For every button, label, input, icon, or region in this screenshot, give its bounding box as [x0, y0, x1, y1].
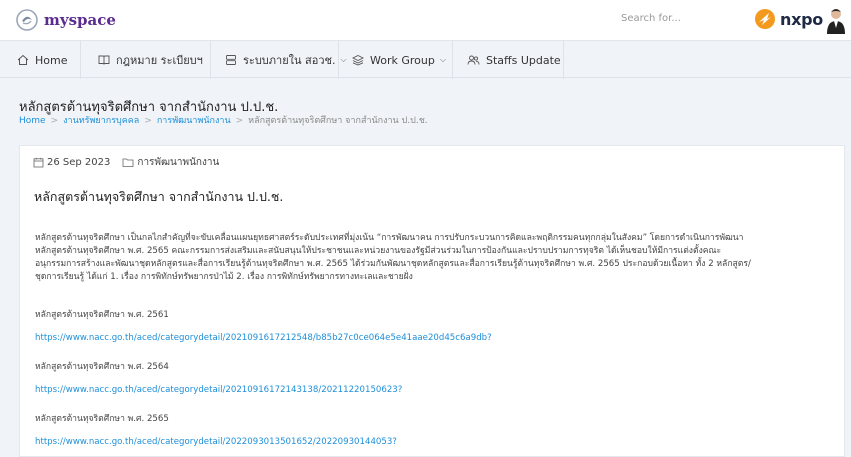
breadcrumb-hr[interactable]: งานทรัพยากรบุคคล	[63, 116, 139, 126]
article-title: หลักสูตรต้านทุจริตศึกษา จากสำนักงาน ป.ป.…	[34, 189, 284, 204]
nxpo-logo-icon	[755, 9, 775, 29]
course-2565-label: หลักสูตรต้านทุจริตศึกษา พ.ศ. 2565	[35, 414, 169, 424]
nav-home[interactable]: Home	[17, 41, 67, 79]
chevron-down-icon: ⌵	[340, 55, 347, 64]
course-2564-link[interactable]: https://www.nacc.go.th/aced/categorydeta…	[35, 385, 402, 395]
breadcrumb-staff-development[interactable]: การพัฒนาพนักงาน	[157, 116, 231, 126]
breadcrumb-separator-icon: >	[235, 116, 244, 126]
nav-internal-label: ระบบภายใน สอวช.	[243, 54, 336, 67]
nav-staffs-update[interactable]: Staffs Update	[467, 41, 561, 79]
layers-icon	[352, 54, 364, 66]
nav-law-regulations[interactable]: กฎหมาย ระเบียบฯ	[98, 41, 203, 79]
article-card: 26 Sep 2023 การพัฒนาพนักงาน หลักสูตรต้าน…	[19, 145, 845, 457]
nxpo-text: nxpo	[780, 9, 823, 29]
myspace-logo[interactable]: myspace	[15, 5, 116, 35]
nav-work-group[interactable]: Work Group ⌵	[352, 41, 446, 79]
description-line: อนุกรรมการสร้างและพัฒนาชุดหลักสูตรและสื่…	[35, 259, 751, 269]
breadcrumb: Home > งานทรัพยากรบุคคล > การพัฒนาพนักงาน > หล…	[19, 113, 428, 127]
calendar-icon	[33, 157, 44, 168]
users-icon	[467, 55, 480, 65]
nav-work-group-label: Work Group	[370, 53, 435, 67]
breadcrumb-separator-icon: >	[50, 116, 59, 126]
home-icon	[17, 54, 29, 65]
course-2565-link[interactable]: https://www.nacc.go.th/aced/categorydeta…	[35, 437, 397, 447]
breadcrumb-home[interactable]: Home	[19, 116, 46, 126]
myspace-logo-icon	[16, 9, 38, 31]
description-line: หลักสูตรต้านทุจริตศึกษา เป็นกลไกสำคัญที่…	[35, 233, 744, 243]
description-line: หลักสูตรต้านทุจริตศึกษา พ.ศ. 2565 คณะกรร…	[35, 246, 722, 256]
course-2561-label: หลักสูตรต้านทุจริตศึกษา พ.ศ. 2561	[35, 310, 169, 320]
nav-home-label: Home	[35, 53, 68, 67]
nxpo-logo: nxpo	[754, 8, 823, 30]
server-icon	[226, 55, 236, 65]
article-date: 26 Sep 2023	[47, 157, 111, 168]
nav-staffs-label: Staffs Update	[486, 53, 561, 67]
main-navbar: Home กฎหมาย ระเบียบฯ ระบบภายใน สอวช. ⌵ W…	[0, 40, 851, 79]
top-bar: myspace Search for... nxpo	[0, 0, 851, 40]
search-input[interactable]: Search for...	[621, 13, 681, 24]
chevron-down-icon: ⌵	[439, 55, 446, 64]
logo-text: myspace	[44, 11, 116, 29]
course-2561-link[interactable]: https://www.nacc.go.th/aced/categorydeta…	[35, 333, 492, 343]
description-line: ชุดการเรียนรู้ ได้แก่ 1. เรื่อง การพิทัก…	[35, 272, 413, 282]
nav-law-label: กฎหมาย ระเบียบฯ	[116, 54, 203, 67]
book-icon	[98, 55, 110, 65]
folder-icon	[122, 158, 134, 167]
user-avatar[interactable]	[826, 6, 846, 34]
article-category[interactable]: การพัฒนาพนักงาน	[137, 155, 219, 170]
course-2564-label: หลักสูตรต้านทุจริตศึกษา พ.ศ. 2564	[35, 362, 169, 372]
article-description: หลักสูตรต้านทุจริตศึกษา เป็นกลไกสำคัญที่…	[35, 232, 835, 284]
article-meta: 26 Sep 2023 การพัฒนาพนักงาน	[33, 155, 219, 170]
breadcrumb-separator-icon: >	[144, 116, 152, 126]
breadcrumb-current: หลักสูตรต้านทุจริตศึกษา จากสำนักงาน ป.ป.…	[248, 116, 428, 126]
nav-internal-systems[interactable]: ระบบภายใน สอวช. ⌵	[225, 41, 347, 79]
